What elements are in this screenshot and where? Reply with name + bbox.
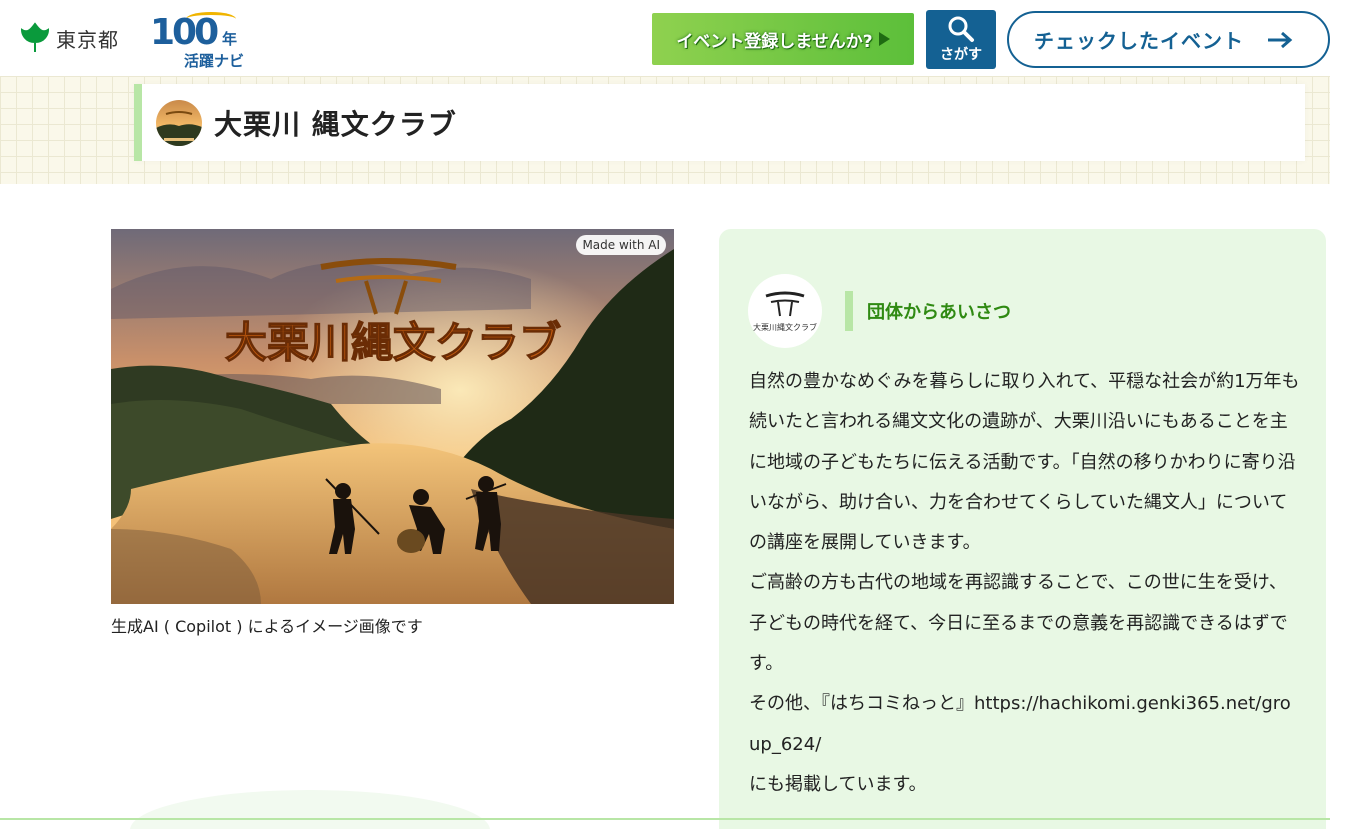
- title-band: 大栗川 縄文クラブ: [0, 76, 1330, 184]
- checked-events-button[interactable]: チェックしたイベント: [1007, 11, 1330, 68]
- arrow-right-icon: [1268, 31, 1293, 48]
- made-with-ai-badge: Made with AI: [576, 235, 666, 255]
- greeting-link-paragraph[interactable]: その他、『はちコミねっと』https://hachikomi.genki365.…: [749, 684, 1301, 765]
- greeting-panel: 大栗川縄文クラブ 団体からあいさつ 自然の豊かなめぐみを暮らしに取り入れて、平穏…: [719, 229, 1326, 829]
- group-avatar: [156, 99, 202, 146]
- group-image: 大栗川縄文クラブ Made with AI: [111, 229, 674, 604]
- image-overlay-title: 大栗川縄文クラブ: [225, 318, 561, 367]
- sunset-river-illustration: 大栗川縄文クラブ: [111, 229, 674, 604]
- greeting-body: 自然の豊かなめぐみを暮らしに取り入れて、平穏な社会が約1万年も続いたと言われる縄…: [749, 362, 1301, 805]
- decorative-wave: [130, 790, 490, 829]
- tokyo-label: 東京都: [56, 27, 119, 52]
- ginkgo-icon: [20, 22, 50, 52]
- greeting-heading: 団体からあいさつ: [845, 291, 1011, 331]
- logo-number: 100: [150, 12, 219, 53]
- greeting-avatar-label: 大栗川縄文クラブ: [753, 322, 817, 332]
- greeting-paragraph: にも掲載しています。: [749, 773, 927, 795]
- logo-subtitle: 活躍ナビ: [184, 52, 245, 70]
- greeting-paragraph: ご高齢の方も古代の地域を再認識することで、この世に生を受け、子どもの時代を経て、…: [749, 572, 1288, 675]
- search-icon: [948, 16, 974, 42]
- search-button[interactable]: さがす: [926, 10, 996, 69]
- greeting-paragraph: 自然の豊かなめぐみを暮らしに取り入れて、平穏な社会が約1万年も続いたと言われる縄…: [749, 371, 1300, 554]
- event-register-banner[interactable]: イベント登録しませんか?: [652, 13, 914, 65]
- bottom-divider: [0, 818, 1330, 820]
- tokyo-logo[interactable]: 東京都: [20, 22, 119, 54]
- event-register-label: イベント登録しませんか?: [676, 31, 873, 52]
- search-label: さがす: [940, 47, 982, 63]
- play-arrow-icon: [878, 32, 890, 46]
- checked-events-label: チェックしたイベント: [1034, 29, 1244, 53]
- page-title: 大栗川 縄文クラブ: [214, 107, 457, 141]
- logo-year: 年: [222, 30, 238, 48]
- torii-logo-icon: [765, 291, 805, 316]
- katsuyaku-navi-logo[interactable]: 100 年 活躍ナビ: [150, 12, 260, 70]
- site-header: 東京都 100 年 活躍ナビ イベント登録しませんか? さがす チェックしたイベ…: [0, 0, 1360, 76]
- greeting-avatar: 大栗川縄文クラブ: [748, 274, 822, 348]
- image-caption: 生成AI ( Copilot ) によるイメージ画像です: [111, 617, 423, 636]
- title-card: 大栗川 縄文クラブ: [134, 84, 1305, 161]
